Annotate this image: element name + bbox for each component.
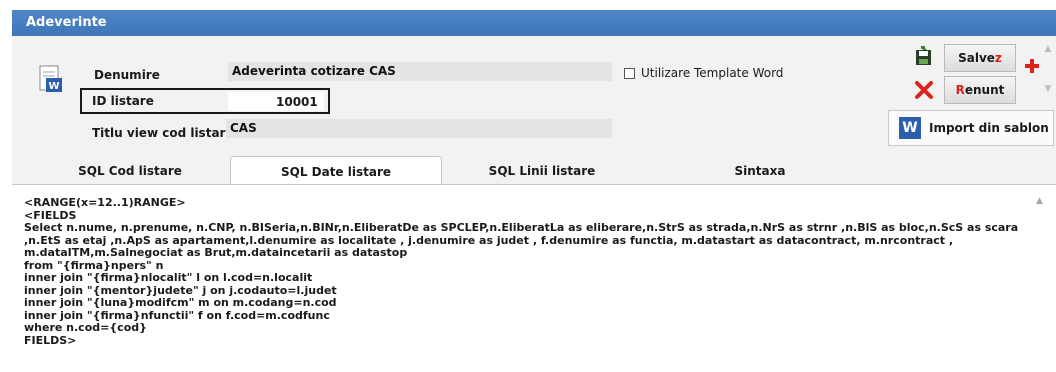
tab-label: Sintaxa xyxy=(734,164,786,178)
cancel-x-icon[interactable] xyxy=(914,80,934,100)
cancel-hotkey: R xyxy=(955,83,965,97)
save-button[interactable]: Salvez xyxy=(944,44,1016,72)
template-word-checkbox[interactable] xyxy=(624,67,635,79)
import-template-button[interactable]: W Import din sablon xyxy=(888,110,1054,146)
tab-label: SQL Date listare xyxy=(280,165,392,179)
template-word-option[interactable]: Utilizare Template Word xyxy=(624,66,783,80)
titlu-view-field[interactable]: CAS xyxy=(226,119,612,138)
add-icon[interactable] xyxy=(1024,58,1040,74)
sql-editor[interactable]: <RANGE(x=12..1)RANGE> <FIELDS Select n.n… xyxy=(12,184,1056,372)
cancel-button-label: enunt xyxy=(964,83,1005,97)
word-document-icon: W xyxy=(39,65,62,92)
panel-scroll-up-icon[interactable]: ▲ xyxy=(1040,44,1056,54)
save-hotkey: z xyxy=(994,51,1002,65)
tab-label: SQL Cod listare xyxy=(78,164,182,178)
window-title-bar: Adeverinte xyxy=(12,10,1056,36)
panel-scroll-down-icon[interactable]: ▼ xyxy=(1040,84,1056,94)
template-word-label: Utilizare Template Word xyxy=(641,66,784,80)
panel-scroll-arrows[interactable]: ▲ ▼ xyxy=(1040,44,1056,104)
tab-bar: SQL Cod listare SQL Date listare SQL Lin… xyxy=(12,156,1056,184)
sql-line: Select n.nume, n.prenume, n.CNP, n.BISer… xyxy=(24,221,1023,259)
sql-line: inner join "{luna}modifcm" m on m.codang… xyxy=(24,296,337,309)
tab-sql-linii-listare[interactable]: SQL Linii listare xyxy=(436,156,648,184)
tab-label: SQL Linii listare xyxy=(488,164,596,178)
tab-sintaxa[interactable]: Sintaxa xyxy=(654,156,866,184)
tab-sql-date-listare[interactable]: SQL Date listare xyxy=(230,156,442,184)
svg-text:W: W xyxy=(48,81,59,92)
editor-scroll-up-icon[interactable]: ▲ xyxy=(1036,196,1046,206)
sql-line: <RANGE(x=12..1)RANGE> xyxy=(24,196,186,209)
sql-line: inner join "{firma}nfunctii" f on f.cod=… xyxy=(24,308,330,322)
denumire-field[interactable]: Adeverinta cotizare CAS xyxy=(228,62,612,81)
sql-line: inner join "{firma}nlocalit" l on l.cod=… xyxy=(24,271,313,284)
sql-line: FIELDS> xyxy=(24,333,77,347)
window-title: Adeverinte xyxy=(26,15,107,30)
import-template-label: Import din sablon xyxy=(929,121,1049,135)
save-disk-icon[interactable] xyxy=(914,46,934,68)
sql-line: where n.cod={cod} xyxy=(24,321,147,334)
cancel-button[interactable]: Renunt xyxy=(944,76,1016,104)
id-listare-label: ID listare xyxy=(92,94,154,108)
titlu-view-label: Titlu view cod listare xyxy=(92,126,234,140)
save-button-label: Salve xyxy=(958,51,995,65)
tab-sql-cod-listare[interactable]: SQL Cod listare xyxy=(24,156,236,184)
id-listare-field[interactable]: 10001 xyxy=(228,92,324,111)
word-icon: W xyxy=(899,117,921,139)
denumire-label: Denumire xyxy=(94,68,160,82)
